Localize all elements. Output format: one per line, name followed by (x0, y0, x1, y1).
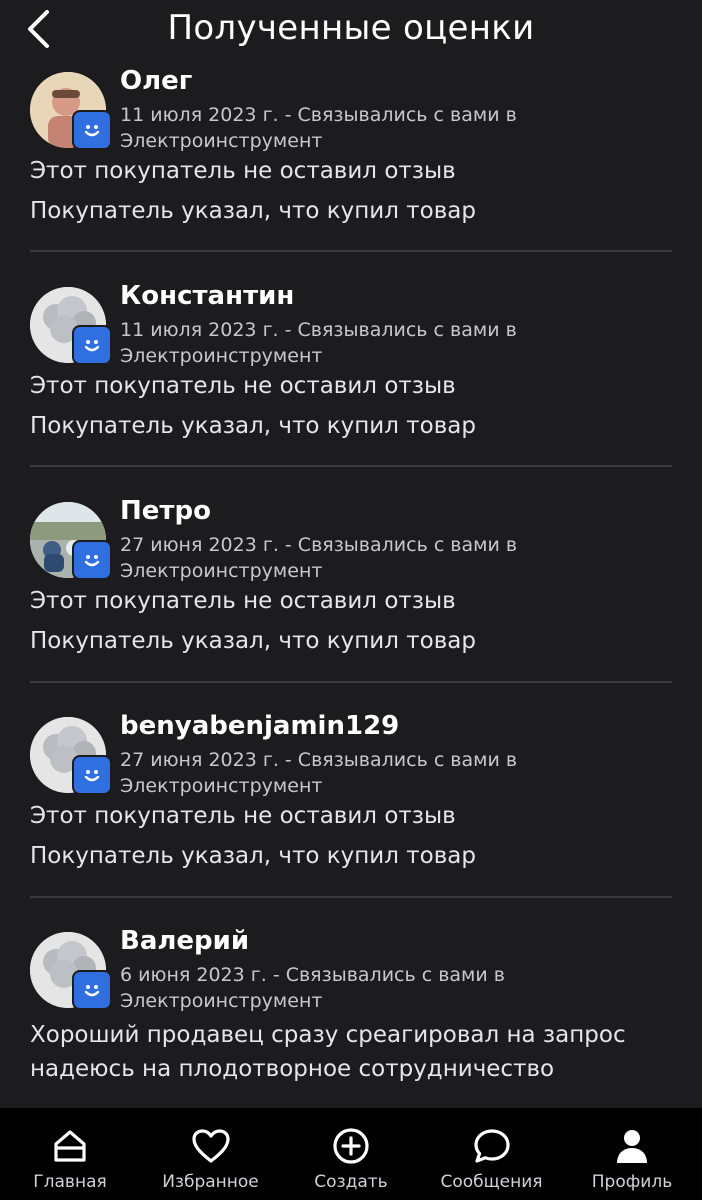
reviewer-name[interactable]: Петро (120, 496, 211, 526)
review-status: Этот покупатель не оставил отзыв (30, 803, 456, 829)
nav-profile-label: Профиль (591, 1172, 673, 1192)
review-meta: 27 июня 2023 г. - Связывались с вами в Э… (120, 749, 518, 797)
smile-badge-icon (72, 755, 112, 795)
reviewer-name[interactable]: Олег (120, 66, 192, 96)
review-meta: 27 июня 2023 г. - Связывались с вами в Э… (120, 534, 518, 582)
smile-badge-icon (72, 540, 112, 580)
chat-bubble-icon (473, 1129, 510, 1163)
review-status: Этот покупатель не оставил отзыв (30, 158, 456, 184)
nav-favorites[interactable]: Избранное (141, 1108, 281, 1200)
purchase-status: Покупатель указал, что купил товар (30, 843, 476, 869)
heart-icon (191, 1129, 230, 1163)
review-comment: Хороший продавец сразу среагировал на за… (30, 1022, 626, 1082)
plus-circle-icon (333, 1128, 369, 1164)
divider (30, 681, 672, 683)
top-bar: Полученные оценки (0, 0, 702, 62)
divider (30, 896, 672, 898)
nav-create-label: Создать (314, 1172, 388, 1192)
nav-create[interactable]: Создать (281, 1108, 421, 1200)
nav-home[interactable]: Главная (0, 1108, 140, 1200)
review-meta: 11 июля 2023 г. - Связывались с вами в Э… (120, 104, 517, 152)
divider (30, 465, 672, 467)
smile-badge-icon (72, 970, 112, 1010)
review-status: Этот покупатель не оставил отзыв (30, 373, 456, 399)
review-status: Этот покупатель не оставил отзыв (30, 588, 456, 614)
reviews-list[interactable]: Олег 11 июля 2023 г. - Связывались с вам… (0, 0, 702, 1108)
nav-messages-label: Сообщения (440, 1172, 543, 1192)
profile-icon (617, 1130, 647, 1163)
nav-profile[interactable]: Профиль (562, 1108, 702, 1200)
page-title: Полученные оценки (167, 8, 535, 48)
purchase-status: Покупатель указал, что купил товар (30, 198, 476, 224)
bottom-navigation: Главная Избранное Создать Сообщения Проф… (0, 1108, 702, 1200)
smile-badge-icon (72, 110, 112, 150)
reviewer-name[interactable]: Валерий (120, 926, 249, 956)
purchase-status: Покупатель указал, что купил товар (30, 628, 476, 654)
purchase-status: Покупатель указал, что купил товар (30, 413, 476, 439)
home-icon (54, 1130, 86, 1162)
smile-badge-icon (72, 325, 112, 365)
nav-home-label: Главная (33, 1172, 107, 1192)
reviewer-name[interactable]: benyabenjamin129 (120, 711, 399, 741)
review-meta: 6 июня 2023 г. - Связывались с вами в Эл… (120, 964, 505, 1012)
nav-messages[interactable]: Сообщения (422, 1108, 562, 1200)
divider (30, 250, 672, 252)
nav-favorites-label: Избранное (162, 1172, 259, 1192)
review-meta: 11 июля 2023 г. - Связывались с вами в Э… (120, 319, 517, 367)
reviewer-name[interactable]: Константин (120, 281, 294, 311)
